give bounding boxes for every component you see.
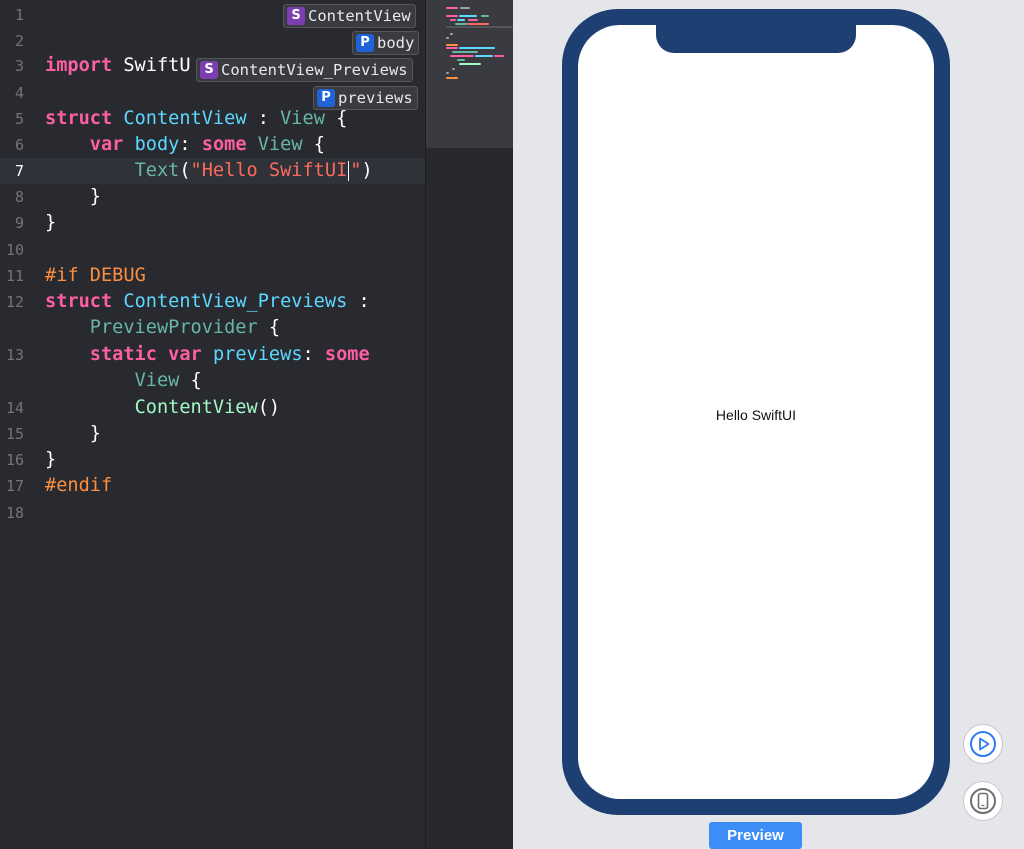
minimap-line: [494, 55, 504, 57]
minimap-line: [459, 15, 477, 17]
minimap-line: [457, 19, 465, 21]
minimap-line: [459, 47, 495, 49]
device-settings-button[interactable]: [963, 781, 1003, 821]
code-line-9[interactable]: 9 }: [0, 210, 426, 236]
code-text: }: [45, 449, 57, 470]
line-number: 6: [14, 136, 24, 154]
code-text: #endif: [45, 475, 113, 496]
device-icon: [970, 788, 996, 814]
line-number: 7: [14, 162, 24, 180]
jump-item-label: body: [377, 34, 415, 52]
property-icon: P: [356, 34, 374, 52]
code-text: import SwiftU: [45, 55, 191, 76]
minimap-line: [475, 55, 493, 57]
minimap-line: [455, 23, 467, 25]
code-editor[interactable]: 1 2 3 import SwiftU 4 5 struct ContentVi…: [0, 0, 426, 849]
code-line-10[interactable]: 10: [0, 237, 426, 263]
jump-item-label: ContentView: [308, 7, 411, 25]
code-text: struct ContentView_Previews :: [45, 291, 370, 312]
code-text: var body: some View {: [89, 134, 325, 155]
line-number: 15: [5, 425, 24, 443]
live-preview-button[interactable]: [963, 724, 1003, 764]
struct-icon: S: [287, 7, 305, 25]
code-line-18[interactable]: 18: [0, 500, 426, 526]
code-text: }: [45, 186, 101, 207]
minimap-line: [446, 26, 513, 28]
device-notch: [656, 21, 856, 53]
line-number: 14: [5, 399, 24, 417]
code-text: struct ContentView : View {: [45, 108, 348, 129]
line-number: 17: [5, 477, 24, 495]
code-line-6[interactable]: 6 var body: some View {: [0, 132, 426, 158]
minimap-line: [450, 55, 474, 57]
line-number: 3: [14, 57, 24, 75]
preview-text: Hello SwiftUI: [715, 407, 797, 423]
line-number: 11: [5, 267, 24, 285]
minimap-line: [446, 77, 458, 79]
line-number: 9: [14, 214, 24, 232]
line-number: 18: [5, 504, 24, 522]
code-text: }: [45, 212, 57, 233]
minimap-line: [459, 63, 481, 65]
code-text: static var previews: some: [89, 344, 370, 365]
minimap-line: [481, 15, 489, 17]
code-text: Text("Hello SwiftUI "): [134, 160, 373, 181]
minimap-line: [452, 68, 455, 70]
code-line-17[interactable]: 17 #endif: [0, 473, 426, 499]
jump-item-contentview[interactable]: S ContentView: [283, 4, 416, 28]
jump-item-label: ContentView_Previews: [221, 61, 408, 79]
preview-button[interactable]: Preview: [709, 822, 802, 849]
minimap-line: [450, 33, 453, 35]
property-icon: P: [317, 89, 335, 107]
line-number: 12: [5, 293, 24, 311]
code-line-8[interactable]: 8 }: [0, 184, 426, 210]
code-text: PreviewProvider {: [89, 317, 281, 338]
line-number: 16: [5, 451, 24, 469]
code-line-7-current[interactable]: 7 Text("Hello SwiftUI "): [0, 158, 426, 184]
minimap-line: [446, 37, 449, 39]
code-line-13[interactable]: 13 static var previews: some: [0, 342, 426, 368]
minimap-line: [460, 7, 470, 9]
code-text: ContentView(): [134, 397, 281, 418]
minimap-line: [446, 44, 458, 46]
minimap-line: [446, 15, 458, 17]
line-number: 5: [14, 110, 24, 128]
line-number: 1: [14, 6, 24, 24]
line-number: 10: [5, 241, 24, 259]
preview-canvas[interactable]: Hello SwiftUI Preview: [513, 0, 1024, 849]
minimap-line: [468, 19, 478, 21]
code-text: #if DEBUG: [45, 265, 146, 286]
code-line-15[interactable]: 15 }: [0, 421, 426, 447]
code-line-12[interactable]: 12 struct ContentView_Previews :: [0, 289, 426, 315]
code-text: View {: [134, 370, 202, 391]
minimap-line: [467, 23, 489, 25]
minimap-line: [450, 19, 456, 21]
play-icon: [970, 731, 996, 757]
line-number: 8: [14, 188, 24, 206]
minimap-line: [452, 51, 478, 53]
line-number: 2: [14, 32, 24, 50]
code-text: }: [45, 423, 101, 444]
struct-icon: S: [200, 61, 218, 79]
line-number: 4: [14, 84, 24, 102]
jump-item-previews[interactable]: P previews: [313, 86, 418, 110]
jump-item-body[interactable]: P body: [352, 31, 420, 55]
jump-item-label: previews: [338, 89, 413, 107]
device-frame: Hello SwiftUI: [562, 9, 950, 815]
minimap[interactable]: [426, 0, 513, 849]
code-line-14[interactable]: 14 ContentView(): [0, 395, 426, 421]
line-number: 13: [5, 346, 24, 364]
code-line-11[interactable]: 11 #if DEBUG: [0, 263, 426, 289]
code-line-12-wrap[interactable]: PreviewProvider {: [0, 315, 426, 341]
jump-item-contentview-previews[interactable]: S ContentView_Previews: [196, 58, 413, 82]
code-line-16[interactable]: 16 }: [0, 447, 426, 473]
minimap-line: [446, 47, 458, 49]
minimap-line: [446, 7, 458, 9]
minimap-line: [446, 72, 449, 74]
code-line-13-wrap[interactable]: View {: [0, 368, 426, 394]
minimap-line: [457, 59, 465, 61]
